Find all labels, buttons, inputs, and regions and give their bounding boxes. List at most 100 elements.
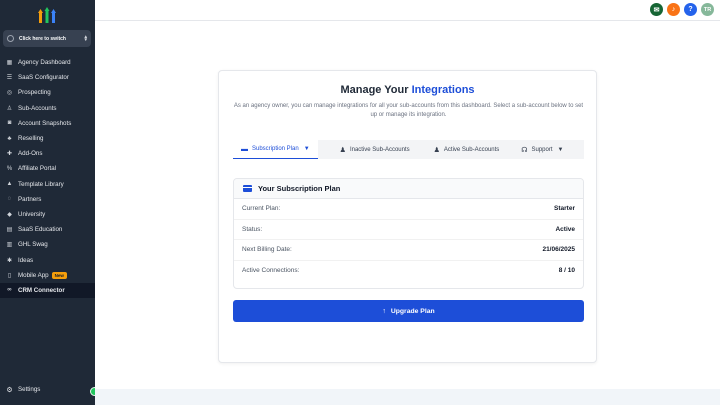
puzzle-icon: ✚: [6, 151, 13, 158]
building-icon: ▲: [6, 181, 13, 188]
sidebar-item-label: Mobile App: [18, 271, 49, 279]
app-logo[interactable]: [38, 7, 56, 23]
tab-inactive-sub-accounts[interactable]: ♟ Inactive Sub-Accounts: [332, 140, 418, 159]
sidebar-item-label: Reselling: [18, 135, 44, 143]
sidebar-item-sub-accounts[interactable]: ♙ Sub-Accounts: [0, 101, 95, 116]
graduation-cap-icon: ◆: [7, 211, 12, 218]
sidebar-item-label: Template Library: [18, 180, 64, 188]
gift-icon: ▥: [6, 242, 13, 249]
gear-icon: ⚙: [6, 386, 13, 394]
top-bar-actions: ✉ ♪ ? TR: [650, 3, 714, 16]
compass-icon: ◎: [6, 90, 13, 97]
user-icon: ♙: [6, 105, 13, 112]
sidebar-item-account-snapshots[interactable]: ◙ Account Snapshots: [0, 116, 95, 131]
sidebar-item-label: SaaS Education: [18, 226, 63, 234]
sidebar-item-agency-dashboard[interactable]: ▦ Agency Dashboard: [0, 55, 95, 70]
sidebar-item-reselling[interactable]: ♣ Reselling: [0, 131, 95, 146]
arrow-up-icon: ↑: [382, 307, 386, 315]
tab-label: Subscription Plan: [252, 146, 299, 152]
integration-tabs: ▬ Subscription Plan ▼ ♟ Inactive Sub-Acc…: [233, 140, 584, 159]
sidebar-item-label: Account Snapshots: [18, 119, 72, 127]
headset-icon: ☊: [521, 146, 528, 154]
sidebar-item-settings[interactable]: ⚙ Settings: [6, 386, 41, 394]
sidebar-item-ideas[interactable]: ✱ Ideas: [0, 252, 95, 267]
sidebar-nav: ▦ Agency Dashboard ☰ SaaS Configurator ◎…: [0, 55, 95, 298]
plan-row-next-billing-date: Next Billing Date: 21/06/2025: [234, 240, 583, 261]
location-icon: [7, 35, 14, 42]
tab-subscription-plan[interactable]: ▬ Subscription Plan ▼: [233, 140, 318, 159]
tab-support[interactable]: ☊ Support ▼: [513, 140, 571, 159]
sliders-icon: ☰: [6, 75, 13, 82]
sidebar-item-label: Sub-Accounts: [18, 104, 57, 112]
row-label: Status:: [242, 225, 263, 233]
tab-label: Inactive Sub-Accounts: [349, 146, 410, 153]
sidebar-item-label: CRM Connector: [18, 286, 65, 294]
plan-row-active-connections: Active Connections: 8 / 10: [234, 261, 583, 282]
credit-card-icon: ▬: [241, 145, 248, 153]
upgrade-plan-label: Upgrade Plan: [390, 307, 435, 315]
sidebar-item-label: University: [18, 210, 46, 218]
user-check-icon: ♟: [433, 146, 440, 154]
sidebar-item-crm-connector[interactable]: ∞ CRM Connector: [0, 282, 95, 298]
subscription-plan-heading: Your Subscription Plan: [258, 184, 341, 193]
title-accent: Integrations: [411, 84, 475, 96]
avatar[interactable]: TR: [701, 3, 714, 16]
mobile-icon: ▯: [7, 272, 12, 279]
grid-icon: ▦: [6, 60, 13, 67]
subscription-plan-panel: Your Subscription Plan Current Plan: Sta…: [233, 178, 584, 289]
main-content: Manage Your Integrations As an agency ow…: [95, 21, 720, 389]
row-label: Current Plan:: [242, 205, 281, 213]
sidebar-item-partners[interactable]: ◌ Partners: [0, 192, 95, 207]
sidebar: Click here to switch ▴ ▾ ▦ Agency Dashboa…: [0, 0, 95, 405]
book-icon: ▤: [6, 227, 13, 234]
sidebar-item-label: SaaS Configurator: [18, 74, 69, 82]
sidebar-item-label: Affiliate Portal: [18, 165, 57, 173]
percent-icon: %: [6, 165, 13, 172]
user-slash-icon: ♟: [339, 146, 346, 154]
sidebar-item-label: Settings: [18, 386, 41, 393]
handshake-icon: ◌: [7, 196, 12, 203]
row-label: Active Connections:: [242, 267, 300, 275]
link-icon: ∞: [7, 287, 12, 294]
sidebar-item-saas-configurator[interactable]: ☰ SaaS Configurator: [0, 70, 95, 85]
sidebar-item-mobile-app[interactable]: ▯ Mobile App New: [0, 268, 95, 283]
bell-icon[interactable]: ♪: [667, 3, 680, 16]
sidebar-item-template-library[interactable]: ▲ Template Library: [0, 177, 95, 192]
sidebar-item-label: Ideas: [18, 256, 34, 264]
upgrade-plan-button[interactable]: ↑ Upgrade Plan: [233, 300, 584, 322]
account-switcher[interactable]: Click here to switch ▴ ▾: [3, 30, 91, 47]
sidebar-item-add-ons[interactable]: ✚ Add-Ons: [0, 146, 95, 161]
page-title: Manage Your Integrations: [219, 84, 596, 96]
sidebar-item-label: Partners: [18, 195, 42, 203]
plan-row-status: Status: Active: [234, 220, 583, 240]
tab-active-sub-accounts[interactable]: ♟ Active Sub-Accounts: [426, 140, 508, 159]
sidebar-item-label: Agency Dashboard: [18, 59, 71, 67]
sidebar-item-affiliate-portal[interactable]: % Affiliate Portal: [0, 161, 95, 176]
lightbulb-icon: ✱: [6, 257, 13, 264]
plan-row-current-plan: Current Plan: Starter: [234, 199, 583, 220]
top-bar: ✉ ♪ ? TR: [95, 0, 720, 21]
sidebar-item-label: Prospecting: [18, 89, 51, 97]
title-prefix: Manage Your: [340, 84, 412, 96]
chevron-up-down-icon: ▴ ▾: [84, 33, 87, 43]
caret-down-icon: ▼: [303, 146, 310, 152]
page-description: As an agency owner, you can manage integ…: [233, 103, 584, 118]
subscription-plan-header: Your Subscription Plan: [234, 179, 583, 199]
row-label: Next Billing Date:: [242, 246, 292, 254]
row-value: Starter: [554, 205, 575, 213]
sitemap-icon: ♣: [7, 135, 12, 142]
row-value: 8 / 10: [558, 267, 575, 275]
sidebar-item-saas-education[interactable]: ▤ SaaS Education: [0, 222, 95, 237]
tab-label: Active Sub-Accounts: [443, 146, 500, 153]
sidebar-item-label: Add-Ons: [18, 150, 43, 158]
row-value: 21/06/2025: [542, 246, 575, 254]
caret-down-icon: ▼: [557, 146, 564, 153]
megaphone-icon[interactable]: ✉: [650, 3, 663, 16]
help-icon[interactable]: ?: [684, 3, 697, 16]
row-value: Active: [555, 225, 575, 233]
sidebar-item-prospecting[interactable]: ◎ Prospecting: [0, 85, 95, 100]
sidebar-item-university[interactable]: ◆ University: [0, 207, 95, 222]
footer-strip: [95, 389, 720, 405]
account-switcher-label: Click here to switch: [19, 35, 66, 42]
sidebar-item-ghl-swag[interactable]: ▥ GHL Swag: [0, 237, 95, 252]
